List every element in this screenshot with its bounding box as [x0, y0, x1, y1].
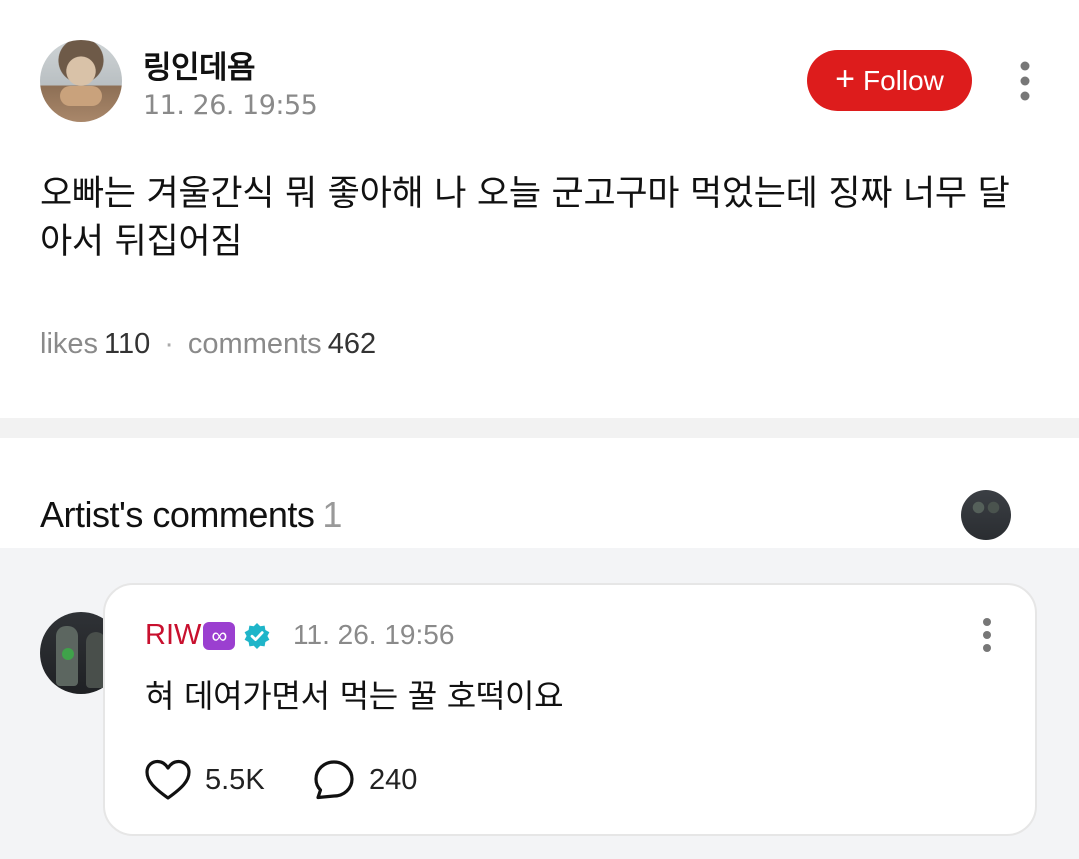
- comment-timestamp: 11. 26. 19:56: [293, 619, 455, 650]
- comment-like-count: 5.5K: [205, 763, 265, 796]
- section-divider: [0, 418, 1079, 438]
- plus-icon: +: [835, 60, 855, 98]
- author-avatar[interactable]: [40, 40, 122, 122]
- more-options-icon[interactable]: [1015, 60, 1035, 102]
- comment-text: 혀 데여가면서 먹는 꿀 호떡이요: [145, 677, 564, 715]
- speech-bubble-icon: [314, 760, 354, 800]
- likes-count: 110: [104, 328, 151, 360]
- artist-comments-title: Artist's comments: [40, 494, 315, 535]
- likes-label: likes: [40, 328, 99, 360]
- artist-comments-heading: Artist's comments 1: [40, 494, 342, 536]
- comment-reply-count: 240: [369, 763, 418, 796]
- artist-avatar-small[interactable]: [961, 490, 1011, 540]
- comment-more-icon[interactable]: [978, 617, 996, 653]
- separator-dot: ·: [164, 328, 174, 360]
- infinity-badge-icon: ∞: [203, 621, 236, 650]
- artist-comments-count: 1: [322, 494, 342, 535]
- verified-icon: [244, 622, 270, 649]
- avatar-detail: [62, 648, 74, 660]
- comment-reply-button[interactable]: 240: [313, 759, 417, 801]
- follow-button[interactable]: + Follow: [807, 50, 972, 111]
- author-name[interactable]: 링인데욤: [143, 42, 256, 87]
- avatar-photo-detail: [60, 86, 102, 106]
- post-header: 링인데욤 11. 26. 19:55 + Follow: [40, 38, 1040, 128]
- comments-label[interactable]: comments: [188, 328, 322, 361]
- comment-like-button[interactable]: 5.5K: [145, 759, 265, 801]
- artist-comment-card: RIW ∞ 11. 26. 19:56 혀 데여가면서 먹는 꿀 호떡이요 5.…: [103, 583, 1037, 836]
- follow-label: Follow: [862, 64, 944, 96]
- comments-count[interactable]: 462: [328, 328, 376, 361]
- post-body: 오빠는 겨울간식 뭐 좋아해 나 오늘 군고구마 먹었는데 징짜 너무 달아서 …: [40, 174, 1010, 262]
- comment-author[interactable]: RIW ∞: [145, 619, 271, 652]
- post-page: 링인데욤 11. 26. 19:55 + Follow 오빠는 겨울간식 뭐 좋…: [0, 0, 1079, 859]
- heart-icon: [145, 759, 191, 800]
- comment-author-name: RIW: [145, 619, 202, 651]
- post-timestamp: 11. 26. 19:55: [143, 90, 318, 121]
- post-stats: likes 110 · comments 462: [40, 328, 376, 361]
